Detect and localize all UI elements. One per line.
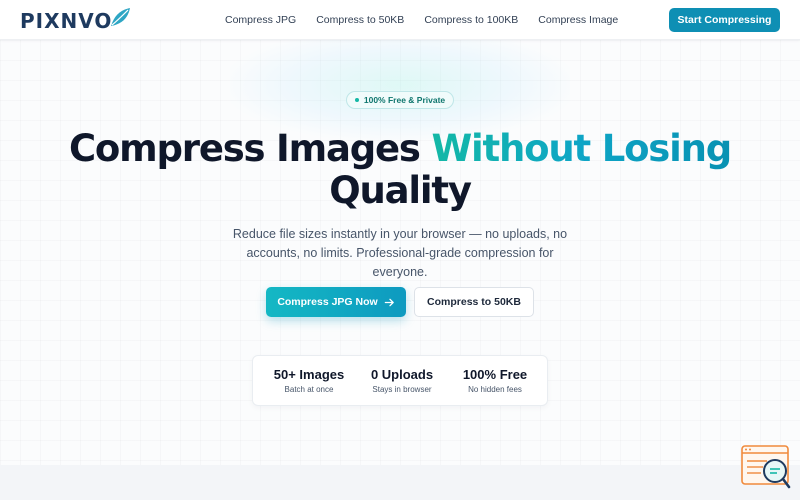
compress-jpg-now-button[interactable]: Compress JPG Now [266, 287, 406, 317]
stat-value: 0 Uploads [370, 367, 434, 382]
brand-logo[interactable]: PIXNVO [20, 8, 132, 33]
arrow-right-icon [384, 298, 394, 306]
main-nav: Compress JPG Compress to 50KB Compress t… [225, 0, 618, 40]
next-section-band [0, 465, 800, 500]
background-glow [230, 30, 570, 140]
badge-label: 100% Free & Private [363, 95, 446, 105]
stat-value: 50+ Images [273, 367, 345, 382]
dot-icon [354, 98, 359, 102]
start-compressing-button[interactable]: Start Compressing [669, 8, 780, 32]
nav-link-compress-jpg[interactable]: Compress JPG [225, 14, 296, 26]
compress-to-50kb-button[interactable]: Compress to 50KB [414, 287, 534, 317]
stats-card: 50+ Images Batch at once 0 Uploads Stays… [252, 355, 548, 406]
stat-label: Stays in browser [372, 385, 432, 394]
free-private-badge: 100% Free & Private [346, 91, 454, 109]
stat-label: Batch at once [284, 385, 334, 394]
nav-link-compress-50kb[interactable]: Compress to 50KB [316, 14, 404, 26]
hero-title-part2: Quality [329, 169, 472, 212]
nav-link-compress-image[interactable]: Compress Image [538, 14, 618, 26]
leaf-icon [111, 8, 131, 26]
primary-button-label: Compress JPG Now [277, 296, 378, 308]
hero-title-part1: Compress Images [68, 127, 421, 170]
brand-name: PIXNVO [20, 9, 113, 33]
stat-uploads: 0 Uploads Stays in browser [357, 367, 447, 394]
stat-value: 100% Free [462, 367, 528, 382]
hero-title-accent: Without Losing [431, 127, 732, 170]
hero-title: Compress Images Without Losing Quality [0, 128, 800, 212]
nav-link-compress-100kb[interactable]: Compress to 100KB [424, 14, 518, 26]
stat-images: 50+ Images Batch at once [263, 367, 355, 394]
stat-free: 100% Free No hidden fees [451, 367, 539, 394]
site-header: PIXNVO Compress JPG Compress to 50KB Com… [0, 0, 800, 40]
hero-subtitle: Reduce file sizes instantly in your brow… [232, 227, 568, 279]
search-chat-icon[interactable] [741, 445, 791, 490]
stat-label: No hidden fees [468, 385, 522, 394]
